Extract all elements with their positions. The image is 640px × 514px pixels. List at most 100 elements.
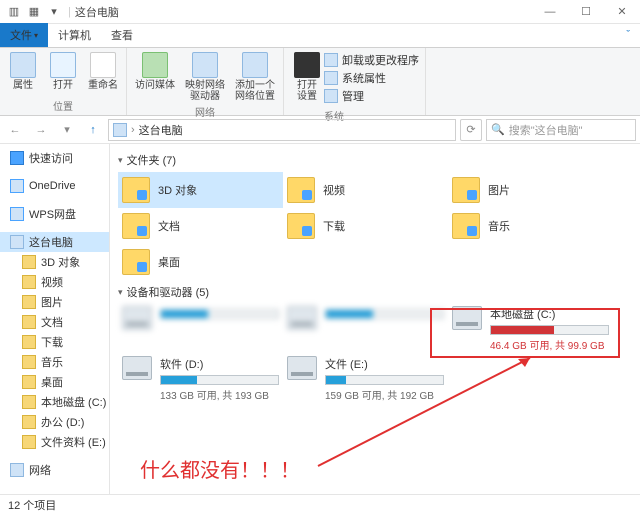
sidebar-item[interactable]: 本地磁盘 (C:) bbox=[0, 392, 109, 412]
sidebar-quick-access[interactable]: 快速访问 bbox=[0, 148, 109, 168]
rbtn-access-media[interactable]: 访问媒体 bbox=[133, 50, 177, 93]
nav-up[interactable]: ↑ bbox=[82, 119, 104, 141]
nav-back[interactable]: ← bbox=[4, 119, 26, 141]
nav-recent[interactable]: ▾ bbox=[56, 119, 78, 141]
content-pane: ▾文件夹 (7) 3D 对象视频图片文档下载音乐桌面 ▾设备和驱动器 (5) 本… bbox=[110, 144, 640, 498]
rbtn-open[interactable]: 打开 bbox=[46, 50, 80, 93]
drive-icon bbox=[287, 306, 317, 330]
rbtn-uninstall[interactable]: 卸载或更改程序 bbox=[324, 52, 419, 68]
breadcrumb-root[interactable]: 这台电脑 bbox=[139, 122, 183, 138]
folder-icon bbox=[22, 315, 36, 329]
sidebar-item-label: 视频 bbox=[41, 274, 63, 290]
drive-item[interactable] bbox=[283, 304, 448, 354]
folder-icon bbox=[22, 355, 36, 369]
folder-item[interactable]: 下载 bbox=[283, 208, 448, 244]
sidebar-item[interactable]: 图片 bbox=[0, 292, 109, 312]
sidebar-item[interactable]: 下载 bbox=[0, 332, 109, 352]
title-bar: ▥ ▦ ▾ | 这台电脑 — ☐ ✕ bbox=[0, 0, 640, 24]
rbtn-map-drive[interactable]: 映射网络 驱动器 bbox=[183, 50, 227, 104]
rbtn-properties[interactable]: 属性 bbox=[6, 50, 40, 93]
sidebar-item[interactable]: 视频 bbox=[0, 272, 109, 292]
drive-icon bbox=[287, 356, 317, 380]
sidebar-item-label: 办公 (D:) bbox=[41, 414, 84, 430]
rbtn-manage[interactable]: 管理 bbox=[324, 88, 419, 104]
annotation-rectangle bbox=[430, 308, 620, 358]
address-bar[interactable]: › 这台电脑 bbox=[108, 119, 456, 141]
rbtn-system-props[interactable]: 系统属性 bbox=[324, 70, 419, 86]
separator: | bbox=[68, 6, 71, 18]
folder-icon bbox=[287, 177, 315, 203]
sidebar-item-label: 下载 bbox=[41, 334, 63, 350]
sidebar-item-label: 文档 bbox=[41, 314, 63, 330]
sidebar-item[interactable]: 文档 bbox=[0, 312, 109, 332]
drive-item[interactable]: 软件 (D:) 133 GB 可用, 共 193 GB bbox=[118, 354, 283, 404]
sidebar-item-label: 桌面 bbox=[41, 374, 63, 390]
folder-label: 下载 bbox=[323, 218, 345, 234]
sidebar-item-label: 图片 bbox=[41, 294, 63, 310]
sidebar-this-pc[interactable]: 这台电脑 bbox=[0, 232, 109, 252]
folder-icon bbox=[122, 177, 150, 203]
rbtn-open-settings[interactable]: 打开 设置 bbox=[290, 50, 324, 104]
drive-usage-bar bbox=[325, 375, 444, 385]
folder-icon bbox=[22, 395, 36, 409]
minimize-button[interactable]: — bbox=[532, 0, 568, 24]
drive-item[interactable]: 文件 (E:) 159 GB 可用, 共 192 GB bbox=[283, 354, 448, 404]
tab-view[interactable]: 查看 bbox=[101, 23, 143, 47]
sidebar-wps[interactable]: WPS网盘 bbox=[0, 204, 109, 224]
sidebar-item[interactable]: 桌面 bbox=[0, 372, 109, 392]
section-folders[interactable]: ▾文件夹 (7) bbox=[118, 152, 632, 168]
folder-item[interactable]: 3D 对象 bbox=[118, 172, 283, 208]
drive-usage-text: 159 GB 可用, 共 192 GB bbox=[325, 387, 444, 402]
search-box[interactable]: 🔍搜索"这台电脑" bbox=[486, 119, 636, 141]
drive-item[interactable] bbox=[118, 304, 283, 354]
folder-icon bbox=[452, 177, 480, 203]
folder-label: 文档 bbox=[158, 218, 180, 234]
qat-props-icon[interactable]: ▦ bbox=[26, 4, 42, 20]
sidebar-item[interactable]: 3D 对象 bbox=[0, 252, 109, 272]
folder-icon bbox=[287, 213, 315, 239]
folder-item[interactable]: 音乐 bbox=[448, 208, 613, 244]
sidebar-item-label: 本地磁盘 (C:) bbox=[41, 394, 106, 410]
qat-dropdown[interactable]: ▾ bbox=[46, 4, 62, 20]
folder-item[interactable]: 文档 bbox=[118, 208, 283, 244]
tab-computer[interactable]: 计算机 bbox=[48, 23, 101, 47]
sidebar-item[interactable]: 办公 (D:) bbox=[0, 412, 109, 432]
qat-explorer-icon: ▥ bbox=[6, 4, 22, 20]
address-bar-row: ← → ▾ ↑ › 这台电脑 ⟳ 🔍搜索"这台电脑" bbox=[0, 116, 640, 144]
folder-icon bbox=[22, 415, 36, 429]
folder-label: 3D 对象 bbox=[158, 182, 197, 198]
maximize-button[interactable]: ☐ bbox=[568, 0, 604, 24]
folder-icon bbox=[22, 255, 36, 269]
drive-label: 软件 (D:) bbox=[160, 356, 279, 372]
drive-usage-text: 133 GB 可用, 共 193 GB bbox=[160, 387, 279, 402]
pc-icon bbox=[113, 123, 127, 137]
folder-label: 音乐 bbox=[488, 218, 510, 234]
sidebar-item[interactable]: 文件资料 (E:) bbox=[0, 432, 109, 452]
ribbon-tabs: 文件▾ 计算机 查看 ˇ bbox=[0, 24, 640, 48]
tab-file[interactable]: 文件▾ bbox=[0, 23, 48, 47]
close-button[interactable]: ✕ bbox=[604, 0, 640, 24]
ribbon-group-network: 访问媒体 映射网络 驱动器 添加一个 网络位置 网络 bbox=[127, 48, 284, 115]
drive-icon bbox=[122, 356, 152, 380]
nav-forward: → bbox=[30, 119, 52, 141]
sidebar-item-label: 文件资料 (E:) bbox=[41, 434, 106, 450]
folder-icon bbox=[122, 249, 150, 275]
window-title: 这台电脑 bbox=[75, 4, 119, 20]
sidebar-onedrive[interactable]: OneDrive bbox=[0, 176, 109, 196]
section-drives[interactable]: ▾设备和驱动器 (5) bbox=[118, 284, 632, 300]
drive-label: 文件 (E:) bbox=[325, 356, 444, 372]
folder-icon bbox=[22, 335, 36, 349]
rbtn-rename[interactable]: 重命名 bbox=[86, 50, 120, 93]
sidebar-item[interactable]: 音乐 bbox=[0, 352, 109, 372]
drive-usage-bar bbox=[160, 375, 279, 385]
ribbon: 属性 打开 重命名 位置 访问媒体 映射网络 驱动器 添加一个 网络位置 网络 … bbox=[0, 48, 640, 116]
refresh-button[interactable]: ⟳ bbox=[460, 119, 482, 141]
rbtn-add-location[interactable]: 添加一个 网络位置 bbox=[233, 50, 277, 104]
folder-item[interactable]: 图片 bbox=[448, 172, 613, 208]
folder-item[interactable]: 视频 bbox=[283, 172, 448, 208]
ribbon-collapse[interactable]: ˇ bbox=[616, 23, 640, 47]
folder-icon bbox=[122, 213, 150, 239]
sidebar-network[interactable]: 网络 bbox=[0, 460, 109, 480]
folder-item[interactable]: 桌面 bbox=[118, 244, 283, 280]
drive-icon bbox=[122, 306, 152, 330]
